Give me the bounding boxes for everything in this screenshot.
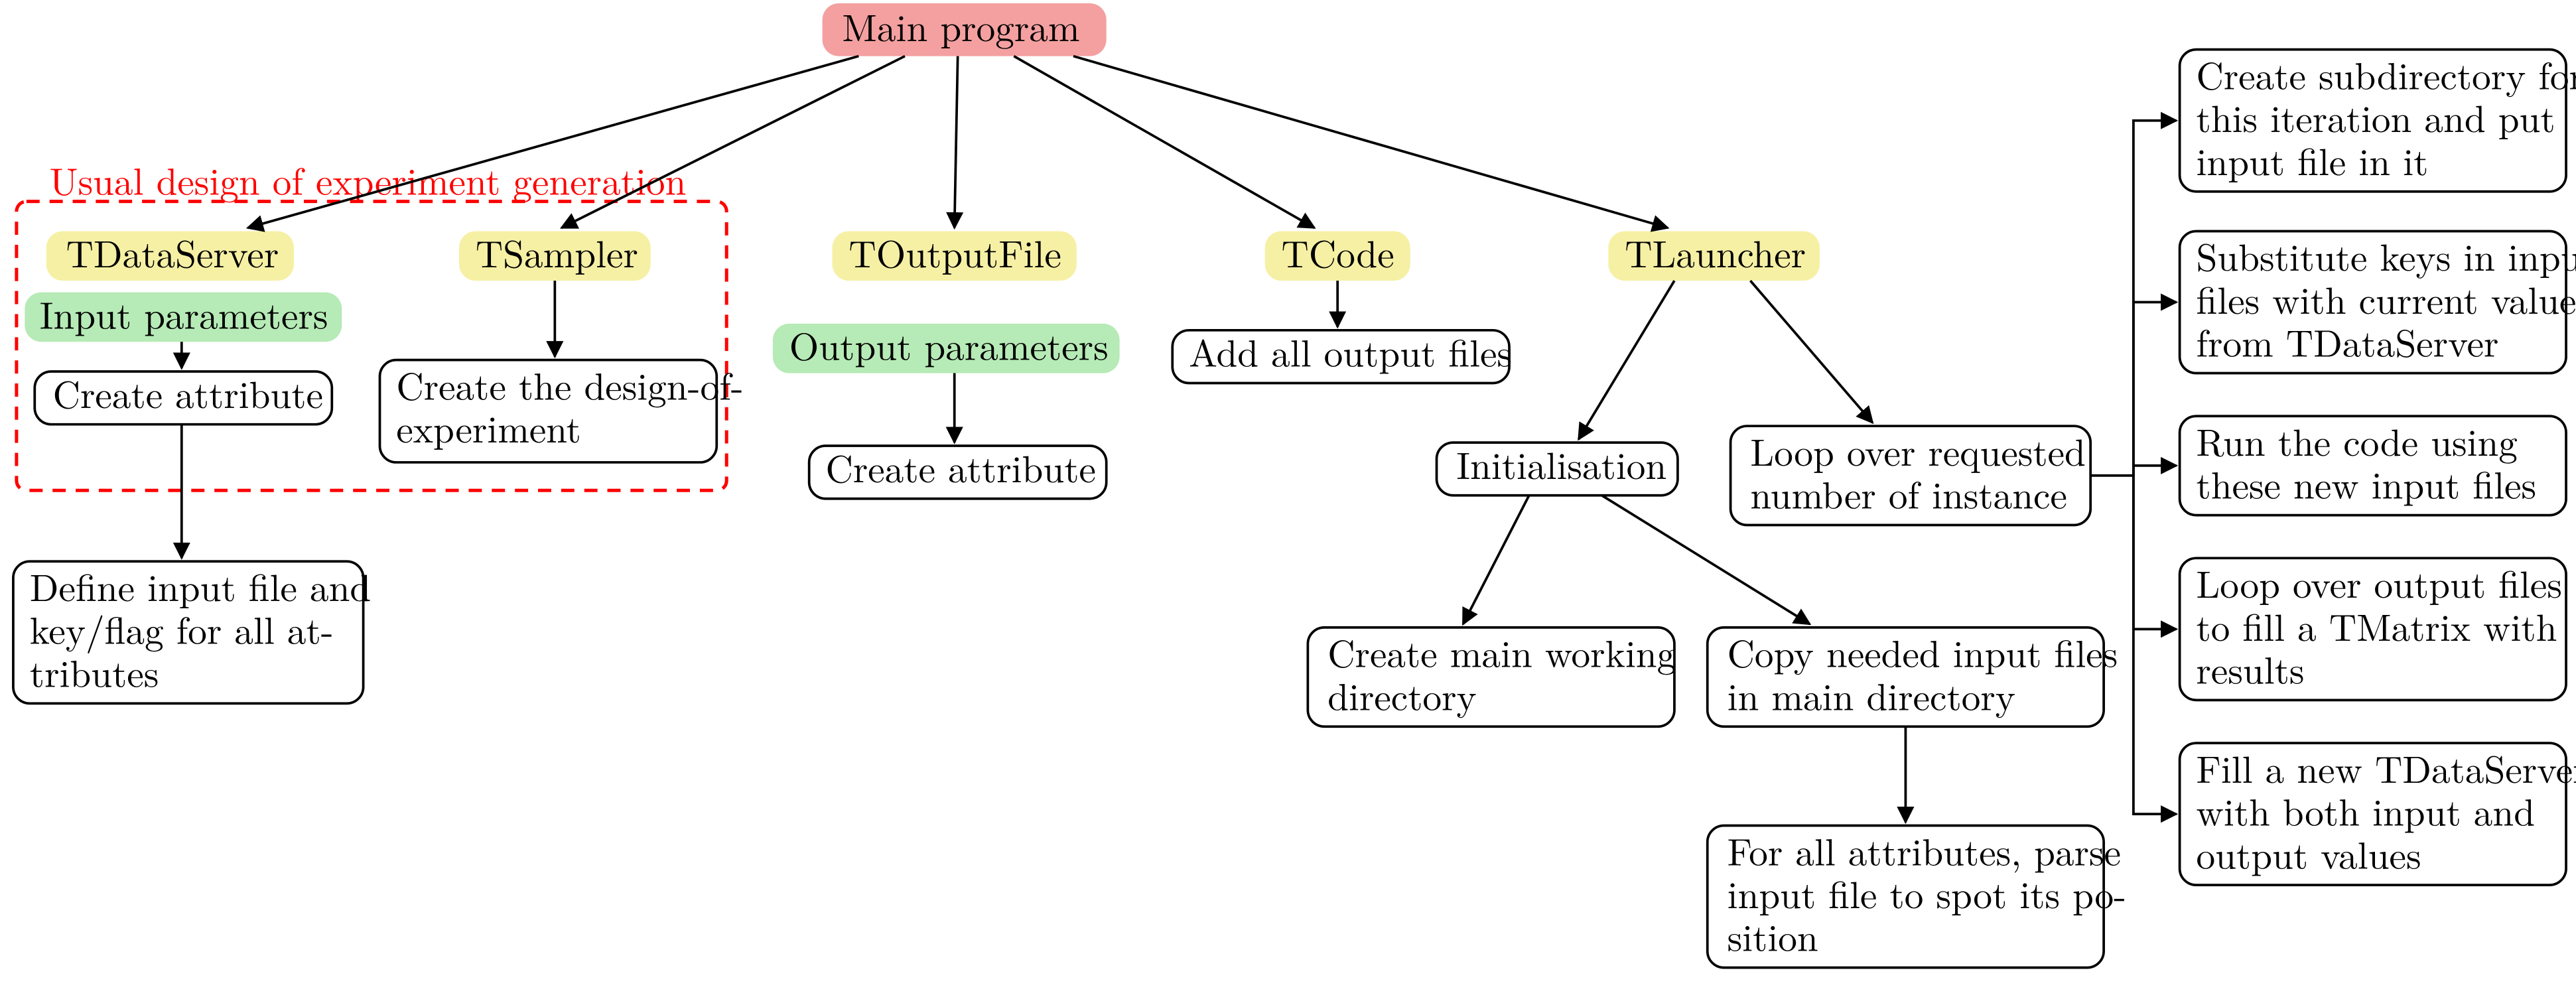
root-label: Main program — [842, 0, 1079, 52]
step-subdir-l3: input file in it — [2196, 132, 2428, 186]
step-fill-tds-l3: output values — [2196, 825, 2421, 880]
tdataserver-label: TDataServer — [66, 224, 279, 279]
create-attr-output-label: Create attribute — [826, 439, 1096, 494]
tlauncher-label: TLauncher — [1625, 224, 1806, 279]
parse-input-files-l3: sition — [1728, 908, 1818, 963]
toutputfile-label: TOutputFile — [848, 224, 1061, 279]
output-params-label: Output parameters — [789, 317, 1109, 371]
doe-group-label: Usual design of experiment generation — [50, 152, 687, 206]
define-input-file-l3: tributes — [30, 643, 159, 698]
tsampler-label: TSampler — [476, 224, 638, 279]
add-output-files-label: Add all output files — [1189, 324, 1512, 378]
create-doe-l2: experiment — [396, 399, 580, 454]
step-substitute-l3: from TDataServer — [2196, 314, 2498, 368]
input-params-label: Input parameters — [40, 285, 328, 340]
step-run-l2: these new input files — [2196, 456, 2536, 510]
initialisation-label: Initialisation — [1456, 436, 1666, 490]
copy-input-files-l2: in main directory — [1728, 667, 2015, 721]
loop-instances-l2: number of instance — [1750, 466, 2067, 520]
create-attr-input-label: Create attribute — [53, 365, 323, 419]
step-tmatrix-l3: results — [2196, 640, 2304, 695]
tcode-label: TCode — [1282, 224, 1394, 279]
diagram: Main program Usual design of experiment … — [0, 0, 2576, 1007]
create-main-dir-l2: directory — [1327, 667, 1477, 721]
